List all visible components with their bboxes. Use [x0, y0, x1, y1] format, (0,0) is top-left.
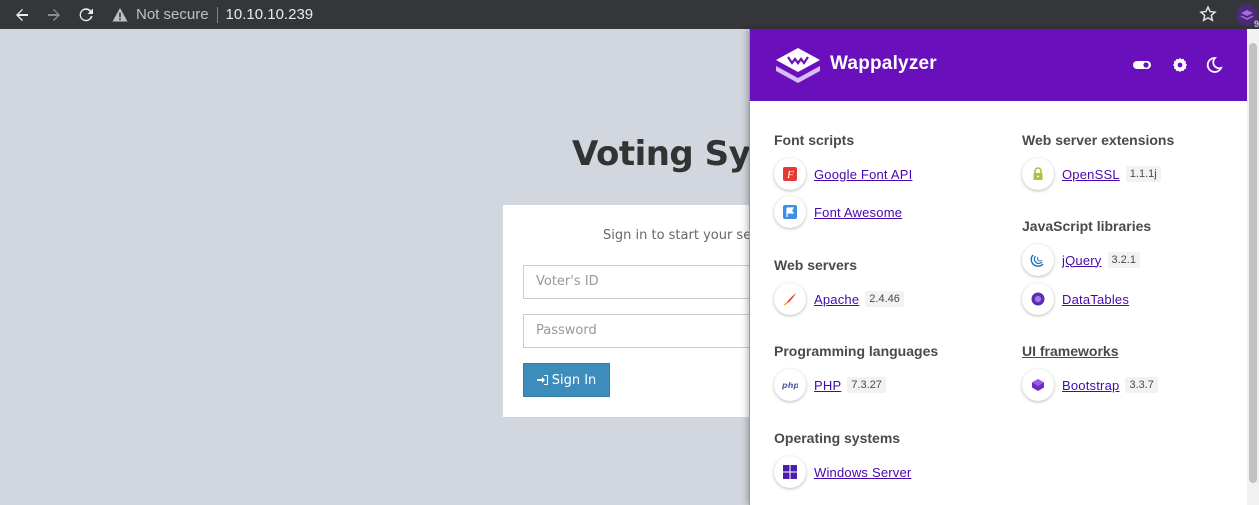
- moon-icon: [1206, 57, 1223, 73]
- tech-name[interactable]: Bootstrap: [1062, 378, 1119, 393]
- sign-in-icon: [536, 375, 548, 385]
- url-text[interactable]: 10.10.10.239: [226, 6, 314, 23]
- font-awesome-icon: [783, 205, 797, 219]
- wappalyzer-extension-button[interactable]: 9: [1236, 4, 1259, 29]
- tech-bootstrap[interactable]: Bootstrap 3.3.7: [1022, 369, 1158, 401]
- tech-font-awesome[interactable]: Font Awesome: [774, 196, 902, 228]
- tech-apache[interactable]: Apache 2.4.46: [774, 283, 904, 315]
- category-operating-systems: Operating systems: [774, 430, 901, 446]
- reload-button[interactable]: [75, 4, 97, 26]
- password-placeholder: Password: [536, 323, 597, 338]
- tech-version: 1.1.1j: [1125, 166, 1161, 182]
- datatables-icon: [1031, 292, 1045, 306]
- reload-icon: [79, 8, 93, 22]
- tech-name[interactable]: Font Awesome: [814, 205, 902, 220]
- category-ui-frameworks[interactable]: UI frameworks: [1022, 343, 1118, 359]
- arrow-left-icon: [16, 9, 28, 21]
- tech-windows-server[interactable]: Windows Server: [774, 456, 911, 488]
- tech-php[interactable]: php PHP 7.3.27: [774, 369, 886, 401]
- tech-name[interactable]: Apache: [814, 292, 859, 307]
- jquery-icon: [1030, 254, 1044, 267]
- warning-icon: [112, 7, 128, 21]
- back-button[interactable]: [11, 4, 33, 26]
- google-font-api-icon: F: [783, 167, 797, 181]
- popup-scrollbar[interactable]: [1247, 29, 1259, 505]
- scrollbar-thumb[interactable]: [1249, 43, 1257, 483]
- toggle-icon: [1133, 61, 1151, 69]
- category-font-scripts: Font scripts: [774, 132, 855, 148]
- wappalyzer-title: Wappalyzer: [830, 53, 937, 74]
- php-icon: php: [782, 381, 798, 390]
- tech-version: 2.4.46: [865, 291, 904, 307]
- tech-name[interactable]: PHP: [814, 378, 841, 393]
- tech-name[interactable]: Windows Server: [814, 465, 911, 480]
- tech-jquery[interactable]: jQuery 3.2.1: [1022, 244, 1140, 276]
- arrow-right-icon: [48, 9, 60, 21]
- settings-button[interactable]: [1170, 55, 1190, 75]
- lock-icon: [1033, 167, 1043, 180]
- bootstrap-icon: [1032, 379, 1044, 391]
- extension-badge: 9: [1253, 19, 1259, 29]
- tech-name[interactable]: OpenSSL: [1062, 167, 1120, 182]
- windows-icon: [783, 465, 797, 479]
- svg-text:php: php: [782, 381, 798, 390]
- category-programming-languages: Programming languages: [774, 343, 939, 359]
- toggle-button[interactable]: [1132, 55, 1152, 75]
- address-bar[interactable]: Not secure 10.10.10.239: [112, 0, 313, 29]
- tech-version: 3.3.7: [1125, 377, 1158, 393]
- tech-google-font-api[interactable]: F Google Font API: [774, 158, 912, 190]
- browser-toolbar: Not secure 10.10.10.239 9: [0, 0, 1259, 29]
- voter-id-placeholder: Voter's ID: [536, 274, 599, 289]
- security-status[interactable]: Not secure: [136, 6, 209, 23]
- wappalyzer-popup: Wappalyzer Font scripts F Google Font AP…: [749, 29, 1247, 505]
- tech-version: 7.3.27: [847, 377, 886, 393]
- wappalyzer-logo-icon: [776, 48, 820, 83]
- tech-datatables[interactable]: DataTables: [1022, 283, 1129, 315]
- category-web-server-extensions: Web server extensions: [1022, 132, 1175, 148]
- tech-name[interactable]: Google Font API: [814, 167, 912, 182]
- sign-in-label: Sign In: [551, 372, 597, 388]
- forward-button[interactable]: [43, 4, 65, 26]
- theme-button[interactable]: [1204, 55, 1224, 75]
- tech-version: 3.2.1: [1107, 252, 1140, 268]
- wappalyzer-header: Wappalyzer: [750, 29, 1247, 101]
- tech-name[interactable]: DataTables: [1062, 292, 1129, 307]
- gear-icon: [1173, 58, 1187, 72]
- category-web-servers: Web servers: [774, 257, 858, 273]
- category-javascript-libraries: JavaScript libraries: [1022, 218, 1152, 234]
- sign-in-button[interactable]: Sign In: [523, 363, 610, 397]
- tech-openssl[interactable]: OpenSSL 1.1.1j: [1022, 158, 1161, 190]
- omnibox-separator: [216, 6, 218, 23]
- bookmark-star-icon[interactable]: [1199, 5, 1217, 23]
- tech-name[interactable]: jQuery: [1062, 253, 1102, 268]
- apache-feather-icon: [783, 293, 796, 306]
- svg-text:F: F: [786, 169, 794, 181]
